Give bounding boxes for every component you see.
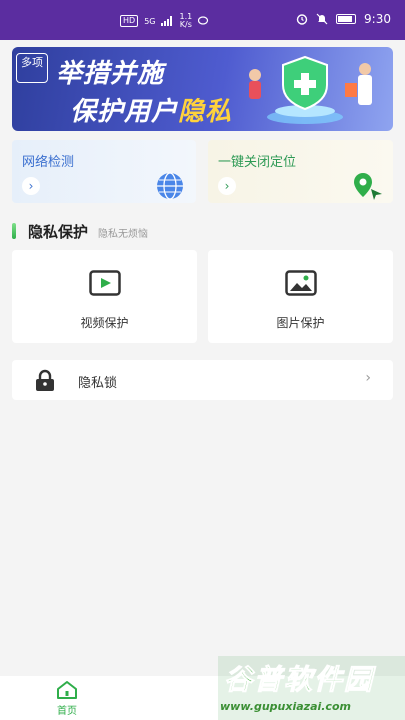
mute-icon — [316, 13, 328, 25]
video-icon — [88, 270, 121, 296]
banner-badge: 多项 — [16, 53, 48, 83]
battery-icon — [336, 14, 357, 24]
globe-icon — [157, 172, 183, 200]
banner-headline: 举措并施 — [56, 59, 165, 89]
network-check-card[interactable]: 网络检测 › — [12, 140, 196, 203]
watermark: 谷普软件园 www.gupuxiazai.com — [218, 656, 405, 720]
video-protection-label: 视频保护 — [80, 316, 129, 330]
section-title: 隐私保护 — [28, 222, 89, 241]
alarm-icon — [296, 14, 308, 25]
home-icon — [57, 681, 77, 699]
image-protection-label: 图片保护 — [276, 316, 325, 330]
banner-subheadline-yellow: 隐私 — [178, 97, 233, 127]
section-accent-bar — [12, 223, 16, 239]
status-bar: HD 5G 1.1 K/s 9:30 — [0, 0, 405, 40]
banner-subheadline: 保护用户隐私 — [70, 91, 232, 128]
shield-illustration — [249, 55, 372, 124]
location-pin-icon — [354, 173, 382, 200]
watermark-url: www.gupuxiazai.com — [220, 700, 351, 713]
hd-badge: HD — [120, 15, 139, 27]
privacy-lock-label: 隐私锁 — [78, 376, 118, 391]
nav-home[interactable]: 首页 — [52, 680, 82, 717]
status-left: HD 5G 1.1 K/s — [120, 13, 210, 29]
status-time: 9:30 — [364, 12, 391, 26]
section-subtitle: 隐私无烦恼 — [98, 229, 149, 240]
chevron-right-icon: › — [22, 177, 40, 195]
watermark-title: 谷普软件园 — [223, 663, 375, 697]
promo-banner[interactable]: 多项 举措并施 保护用户隐私 — [12, 47, 393, 131]
network-check-label: 网络检测 — [22, 155, 75, 170]
status-right: 9:30 — [296, 12, 391, 26]
net-speed: 1.1 K/s — [179, 13, 192, 29]
image-icon — [284, 270, 317, 296]
net-speed-unit: K/s — [179, 20, 192, 29]
banner-subheadline-white: 保护用户 — [70, 97, 179, 127]
video-protection-card[interactable]: 视频保护 — [12, 250, 197, 343]
lock-icon — [36, 369, 54, 391]
signal-icon — [161, 16, 173, 26]
signal-label: 5G — [144, 16, 156, 26]
wechat-icon — [198, 16, 209, 25]
nav-home-label: 首页 — [57, 706, 77, 717]
privacy-section-header: 隐私保护 隐私无烦恼 — [12, 220, 148, 242]
disable-location-label: 一键关闭定位 — [218, 155, 297, 170]
privacy-lock-row[interactable]: 隐私锁 › — [12, 360, 393, 400]
disable-location-card[interactable]: 一键关闭定位 › — [208, 140, 393, 203]
chevron-right-icon: › — [218, 177, 236, 195]
image-protection-card[interactable]: 图片保护 — [208, 250, 393, 343]
chevron-right-icon: › — [365, 370, 371, 386]
